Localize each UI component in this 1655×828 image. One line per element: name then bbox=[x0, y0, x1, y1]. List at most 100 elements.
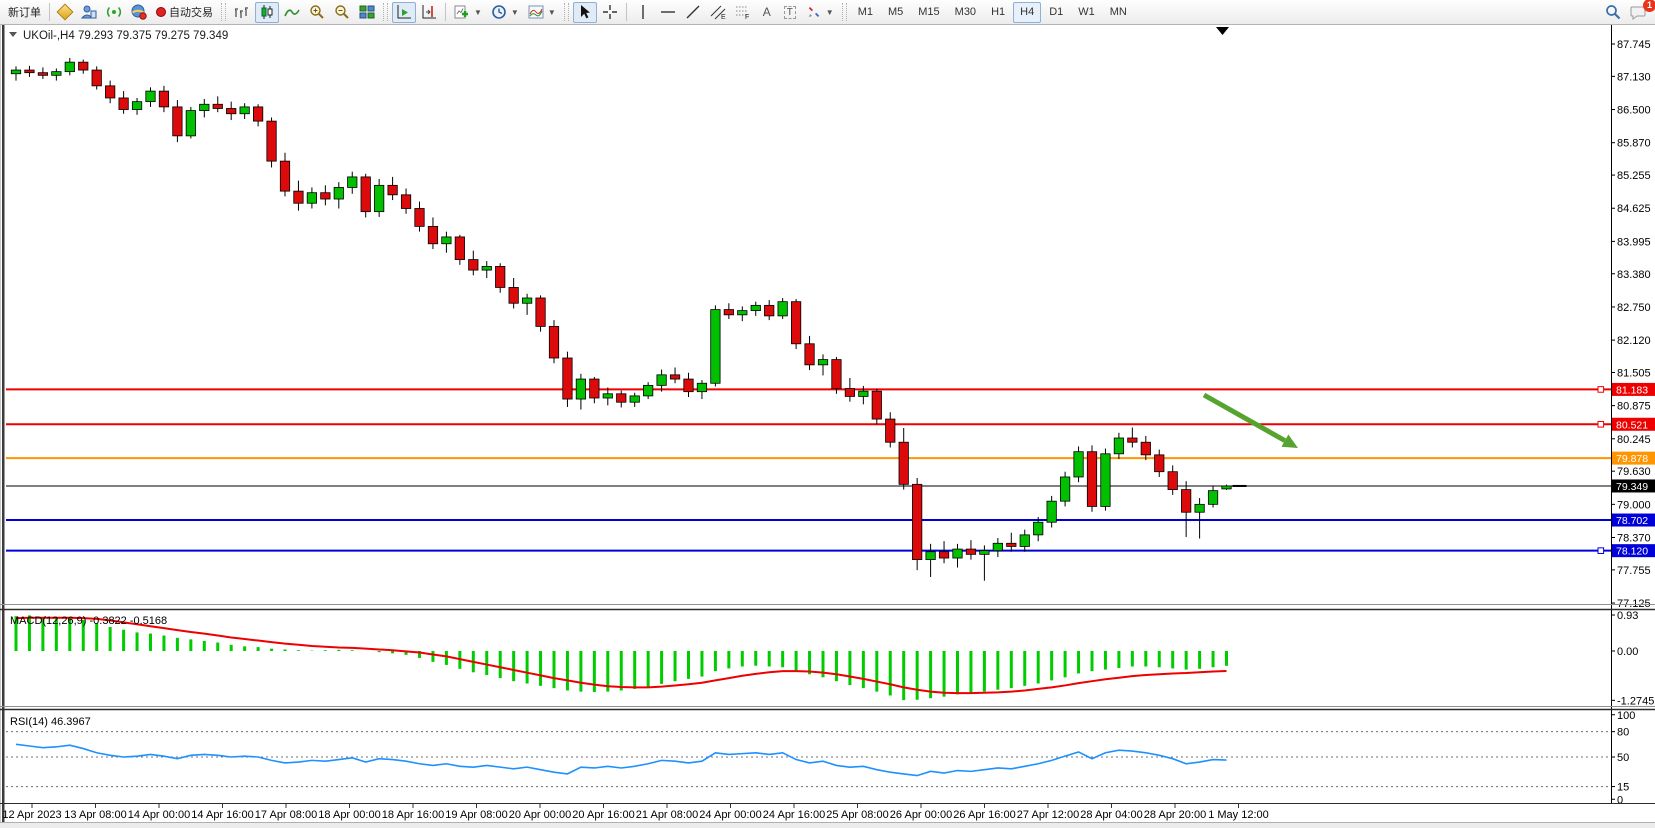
timeframe-button-m5[interactable]: M5 bbox=[881, 2, 910, 23]
notifications-button[interactable]: 1 bbox=[1626, 2, 1651, 23]
candle-body bbox=[334, 187, 343, 199]
zoom-in-button[interactable] bbox=[305, 2, 329, 23]
candle-body bbox=[1195, 504, 1204, 512]
arrow-objects-icon bbox=[806, 4, 822, 20]
candle-body bbox=[765, 305, 774, 316]
line-chart-type-button[interactable] bbox=[280, 2, 304, 23]
cursor-tool-button[interactable] bbox=[573, 2, 597, 23]
candle-body bbox=[590, 379, 599, 398]
candle-body bbox=[159, 91, 168, 107]
toolbar-grip bbox=[383, 3, 388, 21]
terminal-button[interactable] bbox=[127, 2, 151, 23]
bar-chart-type-button[interactable] bbox=[230, 2, 254, 23]
candle-body bbox=[1155, 455, 1164, 472]
trendline-tool-button[interactable] bbox=[681, 2, 705, 23]
rsi-axis-label: 0 bbox=[1617, 794, 1623, 806]
candle-body bbox=[25, 70, 34, 73]
price-tick-label: 83.995 bbox=[1617, 236, 1651, 248]
tile-windows-button[interactable] bbox=[355, 2, 379, 23]
gold-diamond-icon bbox=[57, 4, 74, 21]
timeframe-button-h4[interactable]: H4 bbox=[1013, 2, 1041, 23]
price-tick-label: 79.000 bbox=[1617, 499, 1651, 511]
tile-windows-icon bbox=[359, 4, 375, 20]
data-window-button[interactable] bbox=[77, 2, 101, 23]
candle-body bbox=[38, 73, 47, 76]
candle-body bbox=[1181, 490, 1190, 513]
dropdown-caret-icon: ▼ bbox=[474, 8, 482, 17]
chart-shift-button[interactable] bbox=[417, 2, 441, 23]
zoom-out-button[interactable] bbox=[330, 2, 354, 23]
candle-body bbox=[253, 107, 262, 121]
price-tick-label: 77.755 bbox=[1617, 565, 1651, 577]
navigator-button[interactable] bbox=[102, 2, 126, 23]
fibonacci-tool-button[interactable]: F bbox=[731, 2, 755, 23]
time-tick-label: 19 Apr 08:00 bbox=[445, 809, 507, 821]
price-tick-label: 87.130 bbox=[1617, 71, 1651, 83]
price-tick-label: 85.870 bbox=[1617, 138, 1651, 150]
candle-body bbox=[132, 102, 141, 110]
templates-button[interactable]: ▼ bbox=[524, 2, 560, 23]
chart-period-button[interactable]: ▼ bbox=[487, 2, 523, 23]
auto-scroll-button[interactable] bbox=[392, 2, 416, 23]
dropdown-caret-icon: ▼ bbox=[511, 8, 519, 17]
timeframe-button-mn[interactable]: MN bbox=[1103, 2, 1134, 23]
timeframe-button-d1[interactable]: D1 bbox=[1042, 2, 1070, 23]
candle-body bbox=[993, 543, 1002, 550]
candle-body bbox=[482, 266, 491, 270]
candle-body bbox=[724, 310, 733, 315]
candle-body bbox=[805, 344, 814, 365]
new-order-button[interactable]: 新订单 bbox=[4, 2, 45, 23]
candle-body bbox=[92, 70, 101, 86]
price-tick-label: 84.625 bbox=[1617, 203, 1651, 215]
crosshair-tool-button[interactable] bbox=[598, 2, 622, 23]
horizontal-line-tool-button[interactable] bbox=[656, 2, 680, 23]
timeframe-button-m1[interactable]: M1 bbox=[851, 2, 880, 23]
candle-body bbox=[845, 389, 854, 397]
candle-body bbox=[227, 108, 236, 113]
candle-body bbox=[751, 305, 760, 310]
market-watch-button[interactable] bbox=[54, 2, 76, 23]
vertical-line-tool-button[interactable] bbox=[631, 2, 655, 23]
candlestick-chart-type-button[interactable] bbox=[255, 2, 279, 23]
price-tick-label: 87.745 bbox=[1617, 39, 1651, 51]
timeframe-button-m15[interactable]: M15 bbox=[911, 2, 946, 23]
channel-tool-button[interactable]: E bbox=[706, 2, 730, 23]
candle-body bbox=[912, 484, 921, 559]
chart-canvas[interactable]: 87.74587.13086.50085.87085.25584.62583.9… bbox=[0, 24, 1655, 828]
rsi-axis-label: 50 bbox=[1617, 752, 1629, 764]
text-label-tool-button[interactable]: T bbox=[779, 2, 801, 23]
price-tick-label: 82.750 bbox=[1617, 302, 1651, 314]
new-chart-button[interactable]: ▼ bbox=[450, 2, 486, 23]
price-tick-label: 79.630 bbox=[1617, 466, 1651, 478]
time-tick-label: 25 Apr 08:00 bbox=[826, 809, 888, 821]
time-tick-label: 24 Apr 16:00 bbox=[763, 809, 825, 821]
chart-title-group: UKOil-,H4 79.293 79.375 79.275 79.349 bbox=[9, 30, 228, 42]
candle-body bbox=[240, 107, 249, 114]
autotrading-button[interactable]: 自动交易 bbox=[152, 2, 217, 23]
candle-body bbox=[415, 209, 424, 227]
text-tool-button[interactable]: A bbox=[756, 2, 778, 23]
person-chart-icon bbox=[81, 4, 97, 20]
timeframe-button-m30[interactable]: M30 bbox=[948, 2, 983, 23]
arrows-tool-button[interactable]: ▼ bbox=[802, 2, 838, 23]
candle-body bbox=[778, 302, 787, 316]
price-tick-label: 85.255 bbox=[1617, 170, 1651, 182]
timeframe-button-w1[interactable]: W1 bbox=[1071, 2, 1102, 23]
macd-axis-label: -1.2745 bbox=[1617, 695, 1654, 707]
time-tick-label: 28 Apr 20:00 bbox=[1144, 809, 1206, 821]
candle-body bbox=[1074, 452, 1083, 477]
candle-body bbox=[442, 237, 451, 244]
toolbar-grip bbox=[221, 3, 226, 21]
line-handle[interactable] bbox=[1598, 387, 1604, 393]
cursor-arrow-icon bbox=[577, 4, 593, 20]
candle-body bbox=[617, 394, 626, 402]
svg-text:E: E bbox=[721, 14, 726, 20]
search-button[interactable] bbox=[1601, 2, 1625, 23]
toolbar-separator bbox=[626, 3, 627, 21]
line-handle[interactable] bbox=[1598, 548, 1604, 554]
line-handle[interactable] bbox=[1598, 421, 1604, 427]
price-line-label: 78.702 bbox=[1616, 515, 1648, 527]
candle-body bbox=[1208, 491, 1217, 505]
timeframe-button-h1[interactable]: H1 bbox=[984, 2, 1012, 23]
time-tick-label: 18 Apr 00:00 bbox=[318, 809, 380, 821]
